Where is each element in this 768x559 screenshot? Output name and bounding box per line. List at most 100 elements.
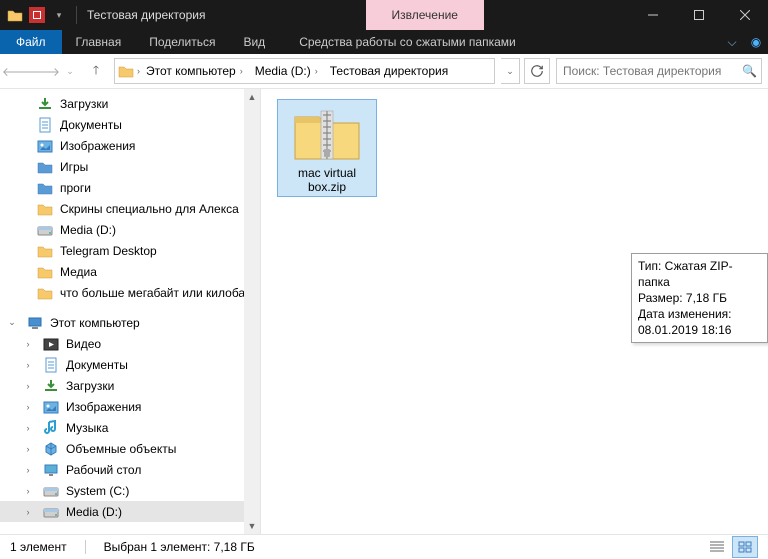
qat-overflow-icon[interactable]: ▾ [48,4,70,26]
tree-item-label: Изображения [66,400,141,414]
refresh-button[interactable] [524,58,550,84]
tree-item-label: Видео [66,337,101,351]
ribbon-tab-home[interactable]: Главная [62,30,136,54]
tree-item-label: Media (D:) [60,223,116,237]
folder-icon [115,64,137,78]
pc-icon [26,315,44,331]
minimize-button[interactable] [630,0,676,30]
download-icon [36,96,54,112]
music-icon [42,420,60,436]
file-label: mac virtual box.zip [282,166,372,194]
breadcrumb-segment[interactable]: Тестовая директория [324,59,454,83]
quick-access-toolbar: ▾ [0,0,74,30]
scroll-down-icon[interactable]: ▼ [244,518,260,534]
tree-item-label: проги [60,181,91,195]
folder-icon [36,201,54,217]
content-area[interactable]: mac virtual box.zip Тип: Сжатая ZIP-папк… [261,89,768,534]
tree-item[interactable]: ⌄Этот компьютер [0,312,260,333]
address-bar[interactable]: › Этот компьютер› Media (D:)› Тестовая д… [114,58,495,84]
close-button[interactable] [722,0,768,30]
tree-item[interactable]: Telegram Desktop [0,240,260,261]
video-icon [42,336,60,352]
breadcrumb-segment[interactable]: Этот компьютер› [140,59,249,83]
folder-icon [36,243,54,259]
address-dropdown-icon[interactable]: ⌄ [501,58,520,84]
zip-folder-icon [291,104,363,164]
scroll-up-icon[interactable]: ▲ [244,89,260,105]
search-input[interactable] [561,63,742,79]
breadcrumb-segment[interactable]: Media (D:)› [249,59,324,83]
tree-item-label: Музыка [66,421,108,435]
doc-icon [36,117,54,133]
navigation-tree[interactable]: Загрузки Документы Изображения Игры проги Скр… [0,89,261,534]
tree-item[interactable]: ›Загрузки [0,375,260,396]
ribbon-tab-file[interactable]: Файл [0,30,62,54]
ribbon-expand-icon[interactable]: ⌵ [720,35,744,50]
tree-item[interactable]: проги [0,177,260,198]
tree-item-label: Media (D:) [66,505,122,519]
window-title: Тестовая директория [79,0,213,30]
desktop-icon [42,462,60,478]
file-item[interactable]: mac virtual box.zip [277,99,377,197]
tree-item[interactable]: Медиа [0,261,260,282]
context-tab-header: Извлечение [366,0,484,30]
ribbon-tab-view[interactable]: Вид [229,30,279,54]
tree-item[interactable]: ›Музыка [0,417,260,438]
tree-item-label: что больше мегабайт или килобайт [60,286,257,300]
tooltip-type: Тип: Сжатая ZIP-папка [638,258,761,290]
tree-item[interactable]: Media (D:) [0,219,260,240]
up-button[interactable]: 🡑 [84,59,108,83]
images-icon [42,399,60,415]
3d-icon [42,441,60,457]
tree-item[interactable]: ›Объемные объекты [0,438,260,459]
tree-item-label: Этот компьютер [50,316,140,330]
tree-item[interactable]: ›Рабочий стол [0,459,260,480]
tree-item-label: Изображения [60,139,135,153]
tree-item[interactable]: ›Изображения [0,396,260,417]
navigation-bar: 🡐 🡒 ⌄ 🡑 › Этот компьютер› Media (D:)› Те… [0,54,768,89]
tree-item[interactable]: ›System (C:) [0,480,260,501]
tree-item-label: System (C:) [66,484,129,498]
forward-button[interactable]: 🡒 [32,59,56,83]
tree-item[interactable]: что больше мегабайт или килобайт [0,282,260,303]
recent-locations-icon[interactable]: ⌄ [58,59,82,83]
download-icon [42,378,60,394]
drive-icon [42,504,60,520]
tree-item-label: Игры [60,160,88,174]
tree-item-label: Медиа [60,265,97,279]
tree-item[interactable]: Документы [0,114,260,135]
tree-item-label: Документы [66,358,128,372]
tree-item[interactable]: Загрузки [0,93,260,114]
view-icons-button[interactable] [732,536,758,558]
ribbon-tab-compressed[interactable]: Средства работы со сжатыми папками [285,30,530,54]
folder-blue-icon [36,159,54,175]
maximize-button[interactable] [676,0,722,30]
folder-blue-icon [36,180,54,196]
images-icon [36,138,54,154]
tree-scrollbar[interactable]: ▲ ▼ [244,89,260,534]
tree-item-label: Загрузки [66,379,114,393]
tree-item[interactable]: ›Документы [0,354,260,375]
search-icon: 🔍 [742,64,757,78]
properties-icon[interactable] [26,4,48,26]
folder-icon [36,264,54,280]
tree-item[interactable]: Изображения [0,135,260,156]
search-box[interactable]: 🔍 [556,58,762,84]
tree-item[interactable]: ›Media (D:) [0,501,260,522]
doc-icon [42,357,60,373]
folder-icon [4,4,26,26]
tree-item[interactable]: ›Видео [0,333,260,354]
back-button[interactable]: 🡐 [6,59,30,83]
tree-item[interactable]: Игры [0,156,260,177]
help-icon[interactable]: ◉ [744,35,768,49]
drive-icon [42,483,60,499]
tooltip: Тип: Сжатая ZIP-папка Размер: 7,18 ГБ Да… [631,253,768,343]
tree-item[interactable]: Скрины специально для Алекса [0,198,260,219]
titlebar: ▾ Тестовая директория Извлечение [0,0,768,30]
tree-item-label: Документы [60,118,122,132]
ribbon-tab-share[interactable]: Поделиться [135,30,229,54]
tree-item-label: Скрины специально для Алекса [60,202,239,216]
view-details-button[interactable] [704,536,730,558]
tree-item-label: Загрузки [60,97,108,111]
tooltip-date: Дата изменения: 08.01.2019 18:16 [638,306,761,338]
